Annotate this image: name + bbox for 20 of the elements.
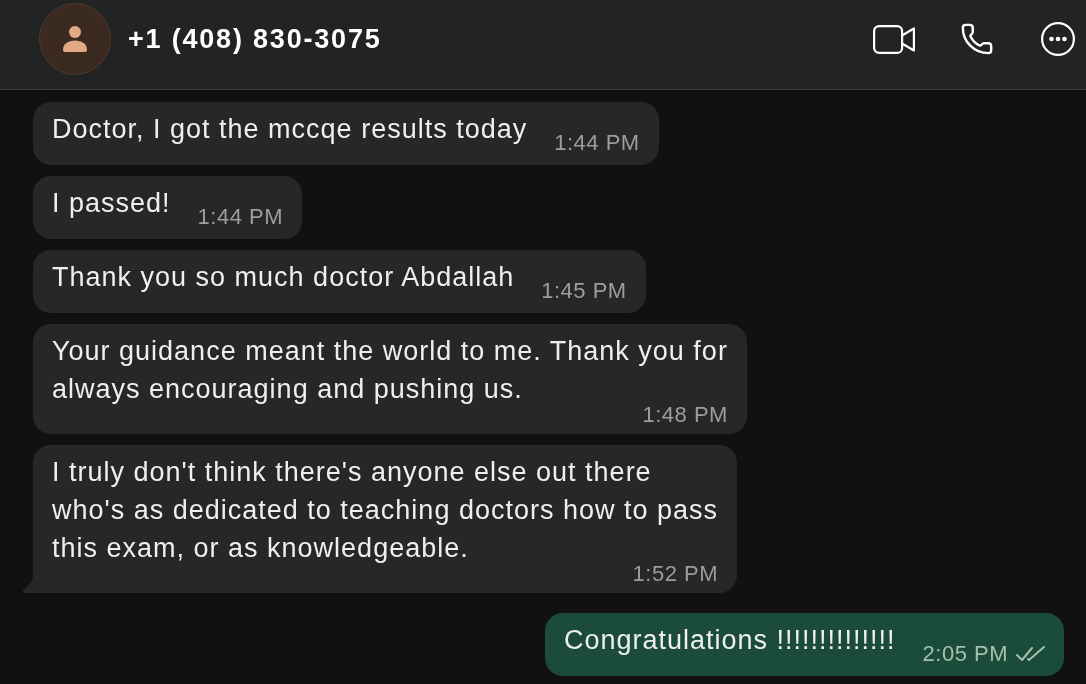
person-icon xyxy=(63,26,87,52)
message-text: I truly don't think there's anyone else out there who's as dedicated to teaching doctors how to pass this exam, or as knowledgeable. xyxy=(52,457,719,563)
message-text: Thank you so much doctor Abdallah xyxy=(52,262,515,292)
message-time: 1:44 PM xyxy=(197,204,283,230)
message-time: 1:48 PM xyxy=(642,405,728,425)
phone-icon xyxy=(960,22,994,56)
message-text: Your guidance meant the world to me. Thank you for always encouraging and pushing us. xyxy=(52,336,728,404)
voice-call-button[interactable] xyxy=(960,22,994,56)
message-text: Congratulations !!!!!!!!!!!!!! xyxy=(563,625,896,655)
message-time: 1:44 PM xyxy=(554,130,640,156)
more-options-button[interactable] xyxy=(1041,22,1075,56)
contact-name: +1 (408) 830-3075 xyxy=(128,22,382,56)
video-camera-icon xyxy=(873,24,915,54)
message-time: 1:45 PM xyxy=(541,278,627,304)
message-time: 2:05 PM xyxy=(922,641,1008,667)
video-call-button[interactable] xyxy=(873,24,915,54)
message-text: I passed! xyxy=(52,188,171,218)
message-text: Doctor, I got the mccqe results today xyxy=(52,114,528,144)
message-time: 1:52 PM xyxy=(632,564,719,584)
more-options-icon xyxy=(1041,22,1075,56)
